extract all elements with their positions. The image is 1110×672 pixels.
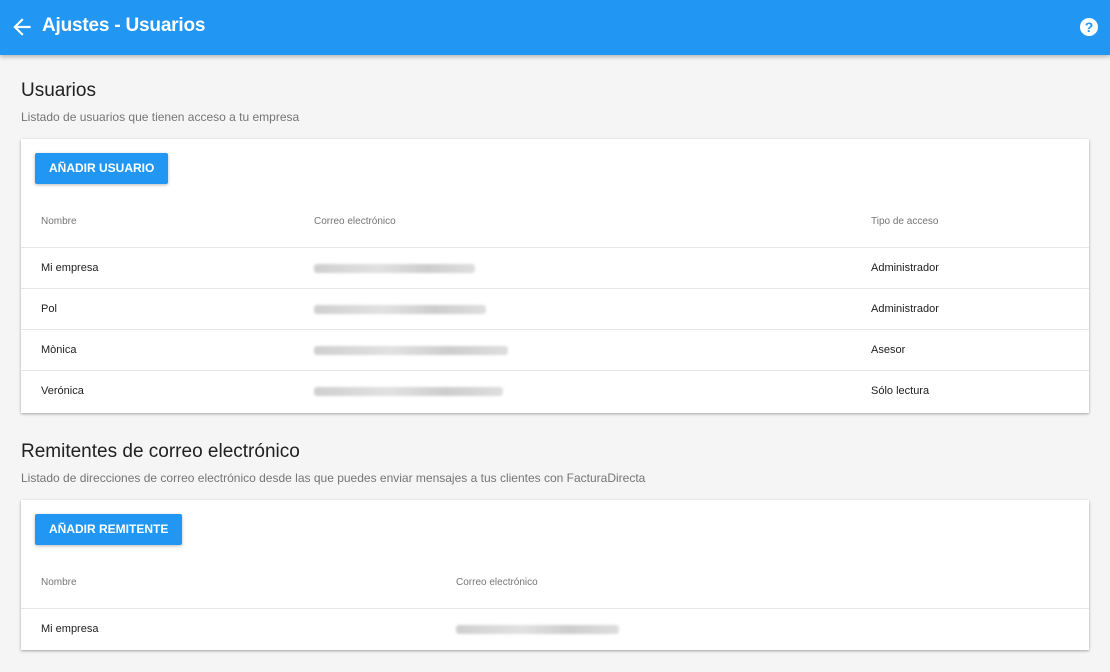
blurred-email <box>314 305 486 314</box>
senders-card: AÑADIR REMITENTE Nombre Correo electróni… <box>21 500 1089 650</box>
column-header-email: Correo electrónico <box>456 577 538 588</box>
sender-name: Mi empresa <box>41 623 99 635</box>
column-header-name: Nombre <box>41 577 77 588</box>
table-row[interactable]: Mònica Asesor <box>21 329 1089 371</box>
blurred-email <box>314 387 503 396</box>
users-section-title: Usuarios <box>21 80 96 101</box>
table-row[interactable]: Verónica Sólo lectura <box>21 370 1089 412</box>
blurred-email <box>314 264 475 273</box>
user-name: Verónica <box>41 385 84 397</box>
column-header-name: Nombre <box>41 216 77 227</box>
access-type: Administrador <box>871 262 939 274</box>
table-row[interactable]: Mi empresa Administrador <box>21 247 1089 289</box>
user-name: Mi empresa <box>41 262 99 274</box>
app-bar: Ajustes - Usuarios ? <box>0 0 1110 55</box>
page-title: Ajustes - Usuarios <box>42 15 206 36</box>
table-row[interactable]: Mi empresa <box>21 608 1089 650</box>
add-user-button[interactable]: AÑADIR USUARIO <box>35 153 169 184</box>
help-icon[interactable]: ? <box>1080 18 1098 36</box>
blurred-email <box>456 625 619 634</box>
access-type: Administrador <box>871 303 939 315</box>
user-name: Mònica <box>41 344 77 356</box>
users-section-subtitle: Listado de usuarios que tienen acceso a … <box>21 110 300 124</box>
user-name: Pol <box>41 303 57 315</box>
senders-section-subtitle: Listado de direcciones de correo electró… <box>21 471 646 485</box>
blurred-email <box>314 346 508 355</box>
table-row[interactable]: Pol Administrador <box>21 288 1089 330</box>
access-type: Sólo lectura <box>871 385 930 397</box>
users-card: AÑADIR USUARIO Nombre Correo electrónico… <box>21 139 1089 413</box>
column-header-access: Tipo de acceso <box>871 216 939 227</box>
back-arrow-icon[interactable] <box>9 14 35 40</box>
add-sender-button[interactable]: AÑADIR REMITENTE <box>35 514 183 545</box>
column-header-email: Correo electrónico <box>314 216 396 227</box>
senders-section-title: Remitentes de correo electrónico <box>21 441 300 462</box>
access-type: Asesor <box>871 344 906 356</box>
